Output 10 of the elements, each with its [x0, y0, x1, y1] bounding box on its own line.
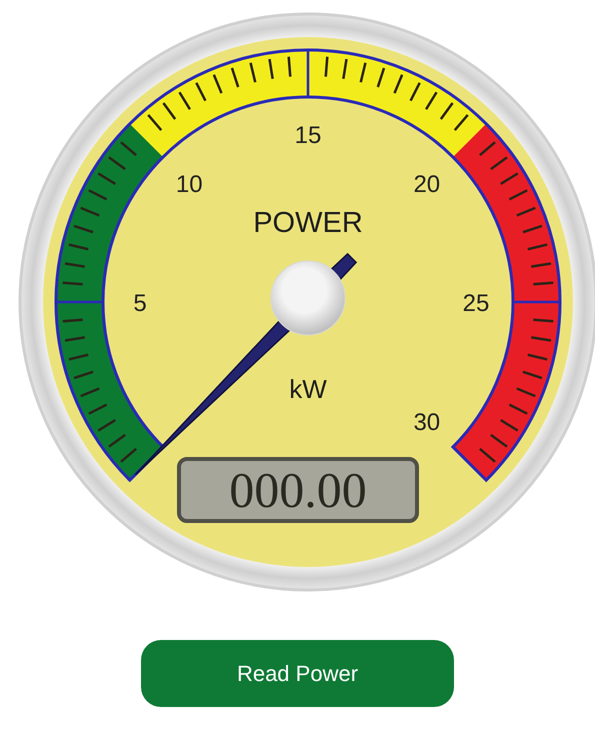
scale-label: 20	[413, 171, 440, 198]
scale-label: 5	[133, 290, 147, 317]
read-power-button[interactable]: Read Power	[141, 640, 454, 707]
scale-label: 15	[294, 122, 322, 149]
unit-label: kW	[289, 374, 327, 404]
scale-label: 25	[462, 290, 490, 317]
scale-label: 10	[176, 171, 203, 198]
gauge-title: POWER	[253, 207, 363, 239]
readout-value: 000.00	[229, 462, 367, 518]
scale-label: 30	[413, 408, 440, 436]
